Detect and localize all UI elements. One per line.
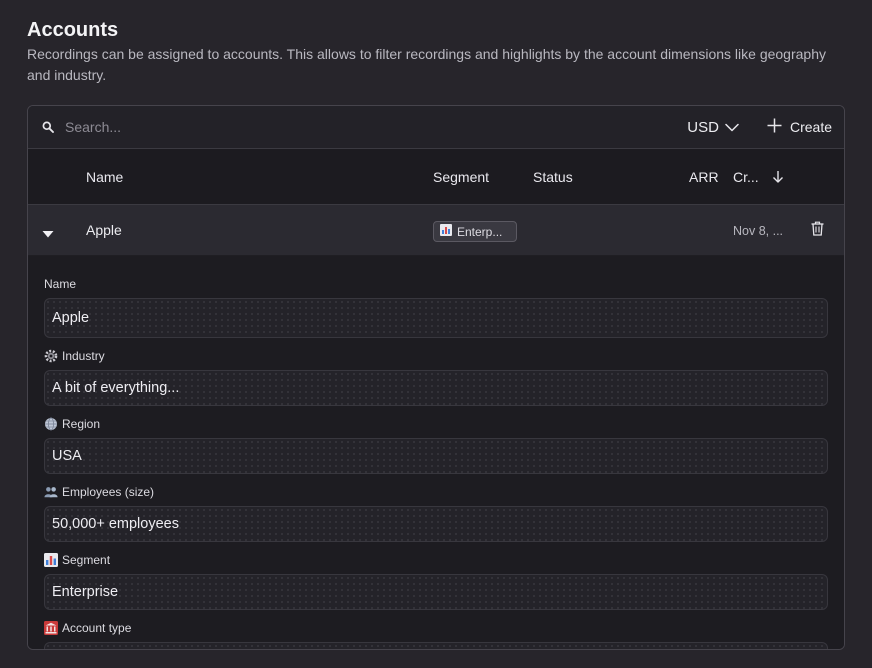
table-row[interactable]: Apple Enterp... Nov 8, ... xyxy=(28,205,844,255)
chevron-down-icon xyxy=(725,119,739,136)
people-icon xyxy=(44,485,58,499)
globe-icon xyxy=(44,417,58,431)
page-description: Recordings can be assigned to accounts. … xyxy=(27,46,826,83)
page-title: Accounts xyxy=(27,19,119,41)
field-employees: Employees (size) 50,000+ employees xyxy=(44,484,828,542)
field-label: Account type xyxy=(62,621,132,635)
field-account-type: Account type xyxy=(44,620,828,649)
gear-icon xyxy=(44,349,58,363)
field-region: Region USA xyxy=(44,416,828,474)
industry-input[interactable]: A bit of everything... xyxy=(44,370,828,406)
plus-icon xyxy=(767,118,782,136)
create-button[interactable]: Create xyxy=(767,118,832,136)
segment-badge-label: Enterp... xyxy=(457,224,503,239)
sort-arrow-down-icon[interactable] xyxy=(772,149,784,205)
column-header-arr[interactable]: ARR xyxy=(689,149,719,205)
name-input[interactable]: Apple xyxy=(44,298,828,338)
caret-down-icon[interactable] xyxy=(42,225,54,241)
currency-select[interactable]: USD xyxy=(687,119,739,136)
field-name: Name Apple xyxy=(44,276,828,338)
segment-input[interactable]: Enterprise xyxy=(44,574,828,610)
employees-input[interactable]: 50,000+ employees xyxy=(44,506,828,542)
field-label: Name xyxy=(44,277,77,291)
accounts-page: Accounts Recordings can be assigned to a… xyxy=(0,0,872,668)
row-account-name: Apple xyxy=(86,222,122,238)
table-header: Name Segment Status ARR Cr... xyxy=(28,149,844,205)
field-label: Employees (size) xyxy=(62,485,155,499)
currency-value: USD xyxy=(687,118,719,136)
column-header-segment[interactable]: Segment xyxy=(433,149,489,205)
row-created-date: Nov 8, ... xyxy=(733,224,784,238)
bar-chart-icon xyxy=(44,553,58,567)
search-icon xyxy=(41,120,55,134)
trash-icon[interactable] xyxy=(811,221,824,239)
create-label: Create xyxy=(789,119,832,135)
region-input[interactable]: USA xyxy=(44,438,828,474)
column-header-status[interactable]: Status xyxy=(533,149,573,205)
field-label: Region xyxy=(62,417,101,431)
bar-chart-icon xyxy=(440,224,452,239)
search-input[interactable] xyxy=(65,119,688,135)
table-toolbar: USD Create xyxy=(28,106,844,149)
field-industry: Industry A bit of everything... xyxy=(44,348,828,406)
column-header-name[interactable]: Name xyxy=(86,149,123,205)
bank-icon xyxy=(44,621,58,635)
segment-badge: Enterp... xyxy=(433,221,517,242)
account-type-input[interactable] xyxy=(44,642,828,649)
account-detail-panel: Name Apple Industry A bit of everything.… xyxy=(28,256,844,649)
accounts-table-card: USD Create Name Segment Status ARR Cr... xyxy=(27,105,845,650)
field-segment: Segment Enterprise xyxy=(44,552,828,610)
field-label: Industry xyxy=(62,349,105,363)
field-label: Segment xyxy=(62,553,111,567)
column-header-created[interactable]: Cr... xyxy=(733,149,759,205)
